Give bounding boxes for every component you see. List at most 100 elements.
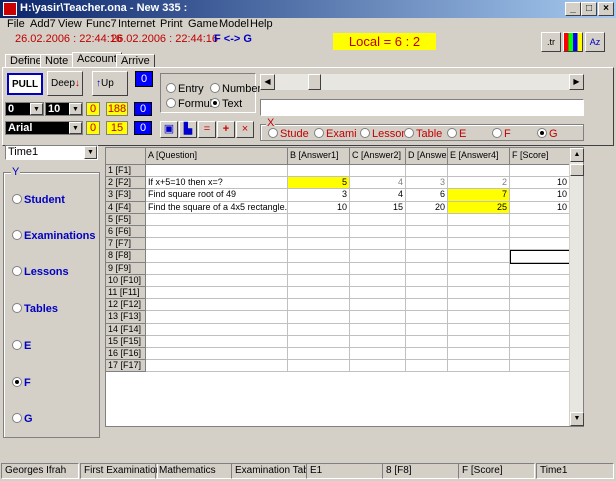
radio-number[interactable]: Number [210,83,261,95]
table-cell[interactable] [406,274,448,287]
y-radio-examinations[interactable]: Examinations [12,230,96,242]
table-cell[interactable] [350,274,406,287]
row-header[interactable]: 11 [F11] [106,287,146,300]
column-header[interactable]: D [Answe [406,148,448,165]
delete-icon[interactable]: × [236,121,254,138]
row-header[interactable]: 12 [F12] [106,299,146,312]
table-cell[interactable] [406,262,448,275]
swap-label[interactable]: F <-> G [214,33,252,45]
table-cell[interactable] [510,213,570,226]
column-header[interactable]: A [Question] [146,148,288,165]
y-radio-e[interactable]: E [12,340,31,352]
table-cell[interactable] [288,274,350,287]
table-cell[interactable] [448,360,510,373]
table-cell[interactable] [448,165,510,178]
table-cell[interactable] [510,323,570,336]
table-cell[interactable] [288,299,350,312]
table-cell[interactable] [350,360,406,373]
row-header[interactable]: 16 [F16] [106,348,146,361]
table-cell[interactable] [146,226,288,239]
table-cell[interactable] [510,311,570,324]
menu-internet[interactable]: Internet [118,18,155,30]
y-radio-lessons[interactable]: Lessons [12,266,69,278]
column-header[interactable]: F [Score] [510,148,570,165]
table-cell[interactable] [350,226,406,239]
table-cell[interactable]: 10 [510,201,570,214]
horizontal-scrollbar[interactable]: ◀ ▶ [260,74,584,90]
table-cell[interactable] [510,287,570,300]
table-cell[interactable] [288,238,350,251]
menu-model[interactable]: Model [219,18,249,30]
scroll-down-icon[interactable]: ▼ [570,412,584,426]
formula-input[interactable] [260,99,584,116]
table-cell[interactable] [406,238,448,251]
y-radio-student[interactable]: Student [12,194,65,206]
x-radio-lesson[interactable]: Lesson [360,128,407,140]
font-combo[interactable]: Arial ▼ [5,121,83,135]
menu-game[interactable]: Game [188,18,218,30]
up-button[interactable]: ↑Up [92,71,128,96]
table-cell[interactable] [288,165,350,178]
table-cell[interactable] [350,311,406,324]
pull-button[interactable]: PULL [7,73,43,95]
table-cell[interactable]: 10 [510,177,570,190]
row-header[interactable]: 4 [F4] [106,201,146,214]
time-combo[interactable]: Time1 ▼ [5,145,98,160]
table-cell[interactable] [406,226,448,239]
value-box-1[interactable]: 0 [86,102,100,116]
tab-arrive[interactable]: Arrive [116,54,155,68]
table-cell[interactable] [350,335,406,348]
menu-func7[interactable]: Func7 [86,18,117,30]
table-cell[interactable] [350,213,406,226]
table-cell[interactable]: If x+5=10 then x=? [146,177,288,190]
menu-add7[interactable]: Add7 [30,18,56,30]
table-cell[interactable] [406,250,448,263]
vertical-scrollbar[interactable]: ▲ ▼ [569,148,584,426]
table-cell[interactable] [510,299,570,312]
chevron-down-icon[interactable]: ▼ [69,103,82,115]
table-cell[interactable] [510,262,570,275]
x-radio-f[interactable]: F [492,128,511,140]
table-cell[interactable] [510,274,570,287]
az-sort-icon[interactable]: Az [585,32,605,52]
table-cell[interactable] [350,262,406,275]
row-header[interactable]: 7 [F7] [106,238,146,251]
align-icon[interactable]: ▣ [160,121,178,138]
table-cell[interactable] [350,238,406,251]
table-cell[interactable] [406,311,448,324]
table-cell[interactable]: 5 [288,177,350,190]
table-cell[interactable] [406,299,448,312]
table-cell[interactable]: 25 [448,201,510,214]
table-cell[interactable] [406,348,448,361]
color-grid-icon[interactable] [563,32,583,52]
table-cell[interactable] [448,287,510,300]
row-header[interactable]: 13 [F13] [106,311,146,324]
row-header[interactable]: 5 [F5] [106,213,146,226]
table-cell[interactable] [146,287,288,300]
data-grid[interactable]: A [Question] B [Answer1] C [Answer2] D [Ans… [105,147,584,427]
x-radio-e[interactable]: E [447,128,466,140]
table-cell[interactable]: 15 [350,201,406,214]
table-cell[interactable] [406,323,448,336]
table-cell[interactable] [448,348,510,361]
y-radio-tables[interactable]: Tables [12,303,58,315]
table-cell[interactable] [510,360,570,373]
row-header[interactable]: 9 [F9] [106,262,146,275]
table-cell[interactable] [406,213,448,226]
y-radio-g[interactable]: G [12,413,33,425]
column-header[interactable]: E [Answer4] [448,148,510,165]
table-cell[interactable] [350,165,406,178]
chart-icon[interactable]: ▙ [179,121,197,138]
table-cell[interactable] [448,250,510,263]
scroll-up-icon[interactable]: ▲ [570,148,584,162]
row-header[interactable]: 2 [F2] [106,177,146,190]
plus-icon[interactable]: + [217,121,235,138]
close-button[interactable]: × [598,2,614,16]
value-box-2[interactable]: 188 [106,102,128,116]
radio-entry[interactable]: Entry [166,83,204,95]
table-cell[interactable] [288,335,350,348]
x-radio-tables[interactable]: Table [404,128,442,140]
table-cell[interactable]: Find square root of 49 [146,189,288,202]
chevron-down-icon[interactable]: ▼ [84,146,97,159]
table-cell[interactable] [510,238,570,251]
